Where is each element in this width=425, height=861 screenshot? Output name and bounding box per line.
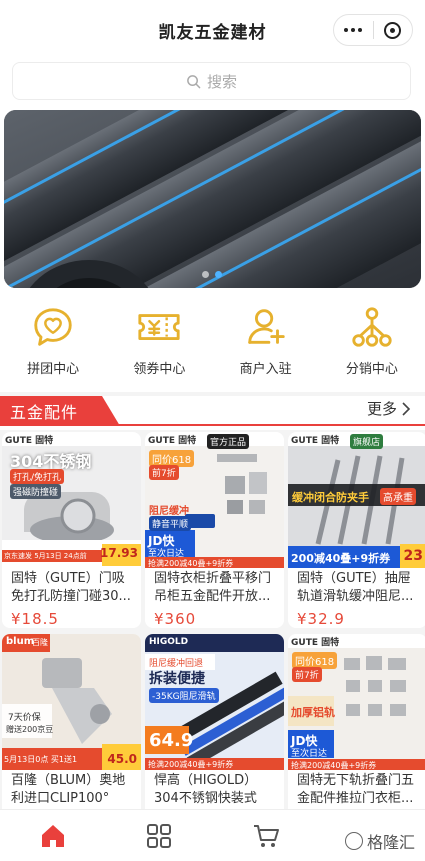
search-bar-container: 搜索 <box>0 60 425 106</box>
close-miniprogram-icon[interactable] <box>373 21 412 39</box>
more-label: 更多 <box>366 400 397 418</box>
product-price: ¥360 <box>154 610 197 628</box>
thumb-line1: 缓冲闭合防夹手 <box>292 491 369 504</box>
quick-nav: 拼团中心 领券中心 商户入驻 分销中心 <box>0 292 425 392</box>
product-card[interactable]: blum 百隆 7天价保 赠送200京豆 45.0 5月13日0点 买1送1 百… <box>2 634 141 830</box>
section-header: 五金配件 更多 <box>0 396 425 430</box>
share-network-icon <box>352 307 392 347</box>
product-image[interactable]: GUTE 固特 官方正品 同价618 前7折 阻尼缓冲 静音平顺 JD快 至次日… <box>145 432 284 568</box>
thumb-line3: -35KG阻尼滑轨 <box>149 688 219 703</box>
category-grid-icon <box>147 823 172 848</box>
header-bar: 凯友五金建材 <box>0 0 425 60</box>
thumb-price: 64.9 <box>149 730 194 751</box>
thumb-line2: 赠送200京豆 <box>6 725 54 734</box>
quick-nav-merchant-join[interactable]: 商户入驻 <box>213 292 319 392</box>
thumb-price: 45.0 <box>107 752 137 766</box>
banner-carousel[interactable] <box>0 106 425 292</box>
banner-image[interactable] <box>4 110 421 288</box>
quick-nav-label: 分销中心 <box>345 362 398 377</box>
app-root: 凯友五金建材 搜索 拼团中心 领券中心 商户入驻 分销中心 五金配件 更多 GU… <box>0 0 425 861</box>
heart-bubble-icon <box>34 308 72 346</box>
thumb-price: 17.93 <box>100 546 138 560</box>
thumb-corner: 23 <box>403 548 423 564</box>
product-image[interactable]: GUTE 固特 同价618 前7折 加厚铝轨 JD快 至次日达 抢满200减40… <box>288 634 425 770</box>
product-name[interactable]: 固特无下轨折叠门五金配件推拉门衣柜... <box>288 770 425 808</box>
thumb-bottom: 抢满200减40叠+9折券 <box>148 559 234 568</box>
thumb-promo: 5月13日0点 买1送1 <box>4 755 78 764</box>
watermark-text: 格隆汇 <box>366 833 415 852</box>
product-grid: GUTE 固特 304不锈钢 打孔/免打孔 强磁防撞碰 17.93 京东速发 5… <box>0 432 425 830</box>
product-price: ¥32.9 <box>297 610 345 628</box>
thumb-brand: GUTE 固特 <box>291 436 340 446</box>
product-name[interactable]: 百隆（BLUM）奥地利进口CLIP100°全... <box>2 770 141 808</box>
thumb-brand: GUTE 固特 <box>148 436 197 446</box>
product-name[interactable]: 固特衣柜折叠平移门吊柜五金配件开放... <box>145 568 284 606</box>
carousel-dot-active[interactable] <box>215 271 222 278</box>
search-input[interactable]: 搜索 <box>12 62 411 100</box>
thumb-badge: 旗舰店 <box>350 434 384 449</box>
thumb-brand: HIGOLD <box>149 637 189 647</box>
thumb-line1: 阻尼缓冲 <box>149 506 189 517</box>
watermark: 格隆汇 <box>344 829 415 853</box>
thumb-promo2: 前7折 <box>292 667 322 682</box>
thumb-brand: blum <box>6 636 35 647</box>
product-image[interactable]: GUTE 固特 304不锈钢 打孔/免打孔 强磁防撞碰 17.93 京东速发 5… <box>2 432 141 568</box>
product-name[interactable]: 悍高（HIGOLD）304不锈钢快装式固... <box>145 770 284 808</box>
tab-cart[interactable] <box>213 810 319 861</box>
home-icon <box>42 824 65 847</box>
more-menu-icon[interactable] <box>334 28 373 32</box>
chevron-right-icon <box>402 401 411 416</box>
thumb-promo2: 前7折 <box>149 465 179 480</box>
thumb-badge: 抢满200减40叠+9折券 <box>148 760 234 769</box>
tab-home[interactable] <box>0 810 106 861</box>
section-more-link[interactable]: 更多 <box>367 398 411 419</box>
quick-nav-coupons[interactable]: 领券中心 <box>106 292 212 392</box>
product-price: ¥18.5 <box>11 610 59 628</box>
cart-icon <box>253 824 279 847</box>
thumb-badge: 百隆 <box>32 638 48 647</box>
coupon-icon <box>138 314 180 340</box>
thumb-line2: 高承重 <box>380 488 416 505</box>
product-name[interactable]: 固特（GUTE）门吸免打孔防撞门碰30... <box>2 568 141 606</box>
quick-nav-distribution[interactable]: 分销中心 <box>319 292 425 392</box>
product-card[interactable]: GUTE 固特 旗舰店 缓冲闭合防夹手 高承重 200减40叠+9折券 23 固… <box>288 432 425 628</box>
quick-nav-group-buy[interactable]: 拼团中心 <box>0 292 106 392</box>
product-image[interactable]: blum 百隆 7天价保 赠送200京豆 45.0 5月13日0点 买1送1 <box>2 634 141 770</box>
carousel-dot[interactable] <box>202 271 209 278</box>
thumb-bottom: 200减40叠+9折券 <box>291 552 391 565</box>
thumb-line2: 静音平顺 <box>149 516 192 531</box>
quick-nav-label: 领券中心 <box>133 362 186 377</box>
thumb-sub1: 打孔/免打孔 <box>10 469 65 484</box>
user-add-icon <box>247 309 285 344</box>
thumb-badge: 官方正品 <box>207 434 250 449</box>
thumb-brand: GUTE 固特 <box>5 436 54 446</box>
product-card[interactable]: GUTE 固特 304不锈钢 打孔/免打孔 强磁防撞碰 17.93 京东速发 5… <box>2 432 141 628</box>
product-image[interactable]: HIGOLD 阻尼缓冲回退 拆装便捷 -35KG阻尼滑轨 64.9 抢满200减… <box>145 634 284 770</box>
product-name[interactable]: 固特（GUTE）抽屉轨道滑轨缓冲阻尼... <box>288 568 425 606</box>
product-card[interactable]: GUTE 固特 同价618 前7折 加厚铝轨 JD快 至次日达 抢满200减40… <box>288 634 425 830</box>
product-card[interactable]: GUTE 固特 官方正品 同价618 前7折 阻尼缓冲 静音平顺 JD快 至次日… <box>145 432 284 628</box>
thumb-line2: 拆装便捷 <box>149 671 205 687</box>
thumb-sub2: 强磁防撞碰 <box>10 484 62 499</box>
miniprogram-capsule <box>333 14 413 46</box>
product-card[interactable]: HIGOLD 阻尼缓冲回退 拆装便捷 -35KG阻尼滑轨 64.9 抢满200减… <box>145 634 284 830</box>
thumb-bottom: 抢满200减40叠+9折券 <box>291 761 377 770</box>
search-icon <box>187 74 201 88</box>
thumb-line1: 7天价保 <box>8 713 41 723</box>
quick-nav-label: 拼团中心 <box>27 362 80 377</box>
search-placeholder: 搜索 <box>206 72 237 91</box>
tab-category[interactable] <box>106 810 212 861</box>
section-title: 五金配件 <box>0 396 120 426</box>
page-title: 凯友五金建材 <box>158 22 267 43</box>
product-image[interactable]: GUTE 固特 旗舰店 缓冲闭合防夹手 高承重 200减40叠+9折券 23 <box>288 432 425 568</box>
thumb-line1: 加厚铝轨 <box>291 706 335 719</box>
thumb-promo: 京东速发 5月13日 24点前 <box>4 552 87 560</box>
thumb-jd2: 至次日达 <box>291 749 328 759</box>
thumb-brand: GUTE 固特 <box>291 638 340 648</box>
quick-nav-label: 商户入驻 <box>239 362 292 377</box>
carousel-indicator <box>202 271 222 278</box>
watermark-logo-icon <box>344 832 363 850</box>
